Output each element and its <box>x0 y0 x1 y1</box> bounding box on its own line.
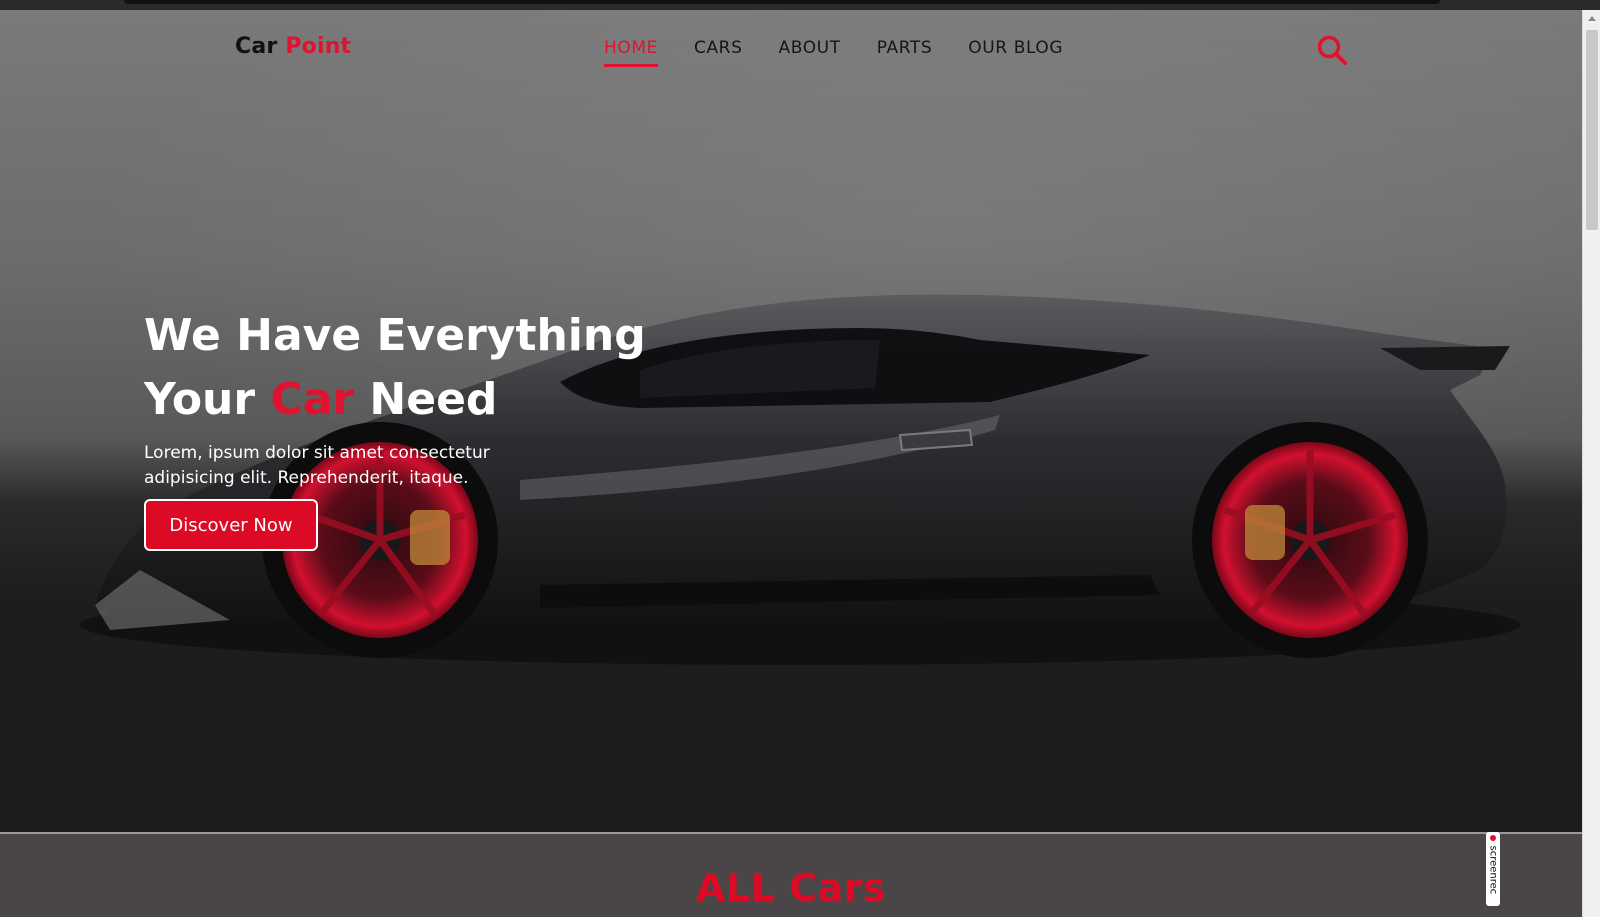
nav-link-parts[interactable]: PARTS <box>877 38 933 67</box>
main-navbar: Car Point HOME CARS ABOUT PARTS OUR BLOG <box>0 10 1582 90</box>
hero-headline-word-your: Your <box>144 374 256 425</box>
nav-link-our-blog[interactable]: OUR BLOG <box>968 38 1063 67</box>
browser-top-strip <box>0 0 1600 10</box>
hero-headline-word-car: Car <box>270 374 355 425</box>
screenrec-tab[interactable]: screenrec <box>1486 832 1500 906</box>
nav-menu: HOME CARS ABOUT PARTS OUR BLOG <box>604 38 1063 67</box>
scroll-up-arrow-icon[interactable] <box>1588 16 1596 21</box>
all-cars-section: ALL Cars <box>0 834 1582 917</box>
scrollbar-thumb[interactable] <box>1586 30 1598 230</box>
screenrec-label: screenrec <box>1487 845 1499 895</box>
nav-link-home[interactable]: HOME <box>604 38 658 67</box>
vertical-scrollbar[interactable] <box>1582 10 1600 917</box>
record-dot-icon <box>1490 835 1496 841</box>
nav-link-cars[interactable]: CARS <box>694 38 743 67</box>
hero-headline: We Have Everything Your Car Need <box>144 304 646 432</box>
discover-now-button[interactable]: Discover Now <box>144 499 318 551</box>
search-button[interactable] <box>1316 34 1348 66</box>
top-bar <box>124 0 1440 4</box>
nav-link-about[interactable]: ABOUT <box>779 38 841 67</box>
brand-logo-part1: Car <box>235 34 278 59</box>
hero-headline-line1: We Have Everything <box>144 310 646 361</box>
hero-headline-word-need: Need <box>369 374 498 425</box>
hero-subtitle: Lorem, ipsum dolor sit amet consectetur … <box>144 443 490 488</box>
hero-headline-line2: Your Car Need <box>144 368 646 432</box>
all-cars-title: ALL Cars <box>696 866 886 910</box>
brand-logo-part2: Point <box>285 34 352 59</box>
brand-logo[interactable]: Car Point <box>235 34 351 59</box>
search-icon <box>1317 35 1347 65</box>
